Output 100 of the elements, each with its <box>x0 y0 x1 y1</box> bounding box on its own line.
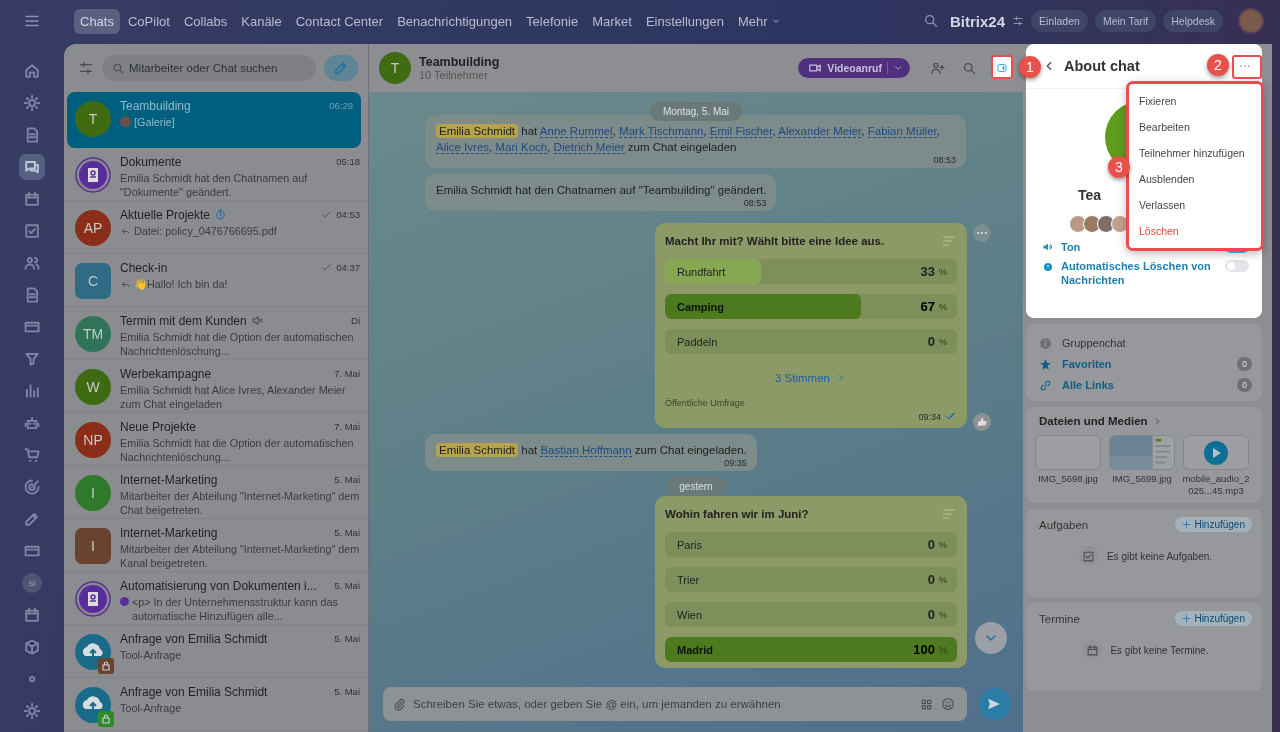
add-user-icon[interactable] <box>930 60 946 76</box>
send-button[interactable] <box>979 688 1011 720</box>
chat-item[interactable]: Anfrage von Emilia Schmidt 5. Mai Tool-Anfrage <box>64 625 368 678</box>
message-field[interactable]: Schreiben Sie etwas, oder geben Sie @ ein, um jemanden zu erwähnen <box>383 687 967 721</box>
dot-icon <box>120 597 129 606</box>
nav-tab[interactable]: Mehr <box>731 8 787 34</box>
poll-option[interactable]: Trier 0 % <box>665 567 957 592</box>
search-field[interactable]: Mitarbeiter oder Chat suchen <box>102 55 316 81</box>
more-icon[interactable] <box>977 231 987 235</box>
chat-item[interactable]: T Teambuilding 06:29 [Galerie] <box>67 92 361 148</box>
search-icon[interactable] <box>923 13 939 29</box>
chat-name: Aktuelle Projekte <box>120 207 211 222</box>
message-time: 08:53 <box>933 155 956 165</box>
nav-tab[interactable]: Benachrichtigungen <box>391 8 519 34</box>
percent-sign: % <box>939 644 947 655</box>
user-mention[interactable]: Emilia Schmidt <box>436 443 519 457</box>
nav-tab[interactable]: Chats <box>74 8 120 34</box>
chat-time: 06:29 <box>329 100 353 111</box>
user-mention[interactable]: Emilia Schmidt <box>436 124 519 138</box>
chat-item[interactable]: TM Termin mit dem Kunden Di Emilia Schmidt hat die Option der automatischen Nachrichtenlöschung... <box>64 307 368 360</box>
person-link[interactable]: Bastian Hoffmann <box>540 444 632 457</box>
nav-tab[interactable]: CoPilot <box>121 8 176 34</box>
chat-item[interactable]: Dokumente 05:18 Emilia Schmidt hat den Chatnamen auf "Dokumente" geändert. <box>64 148 368 201</box>
chat-time: 5. Mai <box>334 633 360 644</box>
chat-item[interactable]: NP Neue Projekte 7. Mai Emilia Schmidt hat die Option der automatischen Nachrichtenlöschung... <box>64 413 368 466</box>
grid-icon[interactable] <box>920 698 933 711</box>
poll-option[interactable]: Wien 0 % <box>665 602 957 627</box>
compose-button[interactable] <box>324 55 358 81</box>
poll-option[interactable]: Camping 67 % <box>665 294 957 319</box>
nav-tab[interactable]: Kanäle <box>235 8 288 34</box>
chat-item[interactable]: I Internet-Marketing 5. Mai Mitarbeiter der Abteilung "Internet-Marketing" dem Chat beigetreten. <box>64 466 368 519</box>
caret-icon[interactable] <box>893 63 903 73</box>
panel-link-row[interactable]: Favoriten 0 <box>1039 353 1252 374</box>
section-title[interactable]: Dateien und Medien <box>1039 415 1148 427</box>
menu-item[interactable]: Teilnehmer hinzufügen <box>1129 147 1261 159</box>
nav-tab[interactable]: Market <box>586 8 638 34</box>
menu-item[interactable]: Verlassen <box>1129 199 1261 211</box>
audio-thumbnail[interactable] <box>1183 435 1249 470</box>
chat-name: Tea <box>1078 187 1103 203</box>
scroll-down-button[interactable] <box>975 622 1007 654</box>
poll-option[interactable]: Paris 0 % <box>665 532 957 557</box>
percent-sign: % <box>939 336 947 347</box>
person-link[interactable]: Alexander Meier <box>778 125 862 138</box>
poll-option[interactable]: Paddeln 0 % <box>665 329 957 354</box>
video-camera-icon[interactable] <box>808 61 823 75</box>
header-button[interactable]: Helpdesk <box>1163 10 1223 32</box>
nav-tab[interactable]: Collabs <box>177 8 234 34</box>
chat-item[interactable]: I Internet-Marketing 5. Mai Mitarbeiter der Abteilung "Internet-Marketing" dem Kanal beigetreten. <box>64 519 368 572</box>
menu-item[interactable]: Fixieren <box>1129 95 1261 107</box>
nav-tab[interactable]: Einstellungen <box>639 8 730 34</box>
chat-item[interactable]: Automatisierung von Dokumenten i... 5. Mai <p> In der Unternehmensstruktur kann das automatische Hinzufügen alle... <box>64 572 368 625</box>
video-call-button[interactable]: Videoanruf <box>798 58 910 78</box>
chat-time: 05:18 <box>336 156 360 167</box>
menu-item[interactable]: Ausblenden <box>1129 173 1261 185</box>
plus-icon[interactable] <box>1182 520 1192 529</box>
header-button[interactable]: Einladen <box>1031 10 1088 32</box>
panel-icon[interactable] <box>997 61 1007 75</box>
message-preview: Emilia Schmidt hat Alice Ivres, Alexander Meier zum Chat eingeladen <box>120 383 347 411</box>
person-link[interactable]: Dietrich Meier <box>553 141 625 154</box>
member-avatar[interactable] <box>1097 215 1115 233</box>
user-initials[interactable]: SI <box>22 573 42 593</box>
user-avatar[interactable] <box>1238 8 1264 34</box>
chat-name: Dokumente <box>120 154 182 169</box>
play-icon[interactable] <box>1204 440 1228 465</box>
message-preview: Mitarbeiter der Abteilung "Internet-Marketing" dem Chat beigetreten. <box>120 489 360 517</box>
menu-item[interactable]: Bearbeiten <box>1129 121 1261 133</box>
chat-item[interactable]: AP Aktuelle Projekte 04:53 Datei: policy_0476766695.pdf <box>64 201 368 254</box>
poll-option[interactable]: Madrid 100 % <box>665 637 957 662</box>
person-link[interactable]: Emil Fischer <box>709 125 773 138</box>
paperclip-icon[interactable] <box>393 698 406 711</box>
chat-item[interactable]: C Check-in 04:37 👋Hallo! Ich bin da! <box>64 254 368 307</box>
add-button[interactable]: Hinzufügen <box>1175 611 1252 626</box>
chat-item[interactable]: Anfrage von Emilia Schmidt 5. Mai Tool-Anfrage <box>64 678 368 731</box>
nav-tab[interactable]: Contact Center <box>289 8 390 34</box>
chat-icon[interactable] <box>19 154 45 180</box>
chat-name: Automatisierung von Dokumenten i... <box>120 578 317 593</box>
chat-type: Gruppenchat <box>1062 336 1126 349</box>
more-icon[interactable] <box>1240 64 1250 68</box>
menu-item[interactable]: Löschen <box>1129 225 1261 237</box>
nav-tab[interactable]: Telefonie <box>520 8 585 34</box>
member-avatar[interactable] <box>1069 215 1087 233</box>
emoji-icon[interactable] <box>941 697 955 711</box>
person-link[interactable]: Anne Rummel <box>539 125 613 138</box>
send-icon[interactable] <box>986 696 1002 712</box>
system-message: Emilia Schmidt hat den Chatnamen auf "Teambuilding" geändert. <box>436 183 767 198</box>
person-link[interactable]: Fabian Müller <box>867 125 937 138</box>
more-button[interactable] <box>973 224 991 242</box>
header-button[interactable]: Mein Tarif <box>1094 10 1157 32</box>
chat-item[interactable]: W Werbekampagne 7. Mai Emilia Schmidt hat Alice Ivres, Alexander Meier zum Chat eingeladen <box>64 360 368 413</box>
toggle-switch[interactable] <box>1225 260 1249 272</box>
chat-avatar: AP <box>75 210 111 246</box>
sliders-icon[interactable] <box>78 60 94 76</box>
chat-time: 04:37 <box>336 262 360 273</box>
poll-option[interactable]: Rundfahrt 33 % <box>665 259 957 284</box>
plus-icon[interactable] <box>1182 614 1192 623</box>
search-icon[interactable] <box>962 60 977 76</box>
member-avatar[interactable] <box>1083 215 1101 233</box>
panel-link-row[interactable]: Alle Links 0 <box>1039 374 1252 395</box>
add-button[interactable]: Hinzufügen <box>1175 517 1252 532</box>
sliders-icon[interactable] <box>1012 15 1024 27</box>
